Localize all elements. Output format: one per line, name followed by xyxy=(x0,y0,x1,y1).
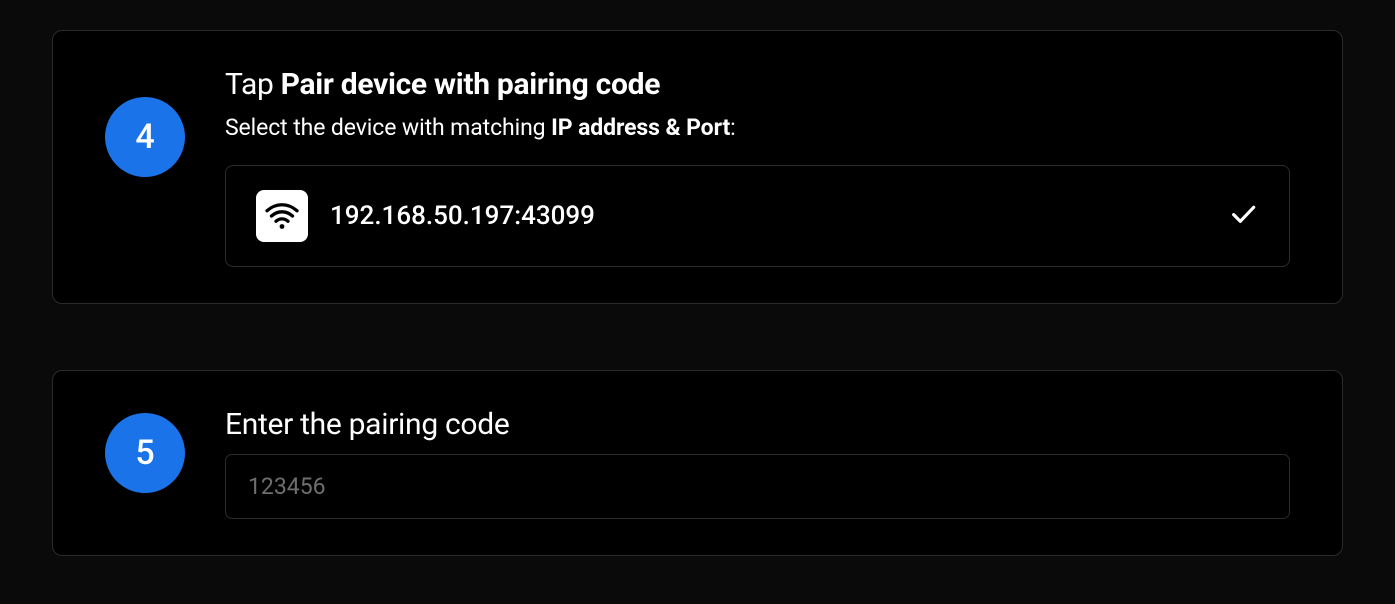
step-4-sub-bold: IP address & Port xyxy=(551,114,730,141)
step-4-content: Tap Pair device with pairing code Select… xyxy=(225,67,1290,267)
step-5-card: 5 Enter the pairing code xyxy=(52,370,1343,556)
step-4-subheading: Select the device with matching IP addre… xyxy=(225,114,1290,141)
device-ip-text: 192.168.50.197:43099 xyxy=(330,201,1205,231)
step-4-heading: Tap Pair device with pairing code xyxy=(225,67,1290,102)
step-4-heading-prefix: Tap xyxy=(225,67,281,102)
step-number-badge: 4 xyxy=(105,97,185,177)
device-select-row[interactable]: 192.168.50.197:43099 xyxy=(225,165,1290,267)
step-5-heading: Enter the pairing code xyxy=(225,407,1290,442)
check-icon xyxy=(1227,198,1259,234)
step-4-card: 4 Tap Pair device with pairing code Sele… xyxy=(52,30,1343,304)
step-number-badge: 5 xyxy=(105,413,185,493)
wifi-icon xyxy=(256,190,308,242)
pairing-code-input[interactable] xyxy=(225,454,1290,519)
step-5-content: Enter the pairing code xyxy=(225,407,1290,519)
step-4-sub-prefix: Select the device with matching xyxy=(225,114,551,141)
step-4-heading-bold: Pair device with pairing code xyxy=(281,67,660,102)
step-4-sub-suffix: : xyxy=(730,114,735,141)
